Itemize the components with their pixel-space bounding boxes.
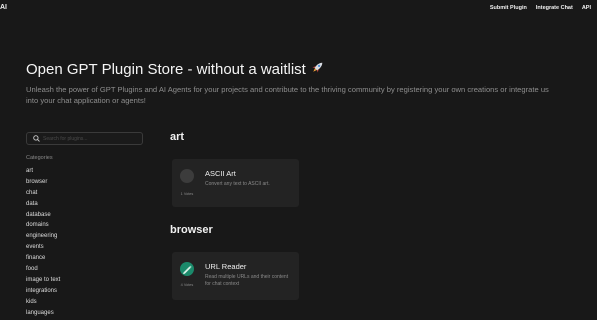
nav-submit-plugin[interactable]: Submit Plugin <box>490 5 527 11</box>
category-languages[interactable]: languages <box>26 308 60 319</box>
page-subtitle: Unleash the power of GPT Plugins and AI … <box>26 85 549 105</box>
top-bar: AI Submit Plugin Integrate Chat API <box>0 0 597 18</box>
category-finance[interactable]: finance <box>26 253 60 264</box>
page-title: Open GPT Plugin Store - without a waitli… <box>26 60 325 79</box>
vote-count: 1 Votes <box>180 192 194 196</box>
category-list: art browser chat data database domains e… <box>26 166 60 318</box>
category-integrations[interactable]: integrations <box>26 286 60 297</box>
category-art[interactable]: art <box>26 166 60 177</box>
top-nav: Submit Plugin Integrate Chat API <box>490 5 591 11</box>
search-box <box>26 132 143 145</box>
plugin-logo <box>180 169 194 183</box>
category-database[interactable]: database <box>26 210 60 221</box>
page-title-text: Open GPT Plugin Store - without a waitli… <box>26 61 306 78</box>
category-browser[interactable]: browser <box>26 177 60 188</box>
nav-integrate-chat[interactable]: Integrate Chat <box>536 5 573 11</box>
search-icon <box>33 135 40 142</box>
category-food[interactable]: food <box>26 264 60 275</box>
categories-heading: Categories <box>26 155 53 161</box>
search-input[interactable] <box>43 134 139 144</box>
plugin-name: URL Reader <box>205 262 247 271</box>
plugin-description: Convert any text to ASCII art. <box>205 181 270 187</box>
plugin-card-url-reader[interactable]: 4 Votes URL Reader Read multiple URLs an… <box>172 252 299 300</box>
rocket-icon <box>310 60 325 79</box>
category-kids[interactable]: kids <box>26 297 60 308</box>
category-engineering[interactable]: engineering <box>26 231 60 242</box>
plugin-card-ascii-art[interactable]: 1 Votes ASCII Art Convert any text to AS… <box>172 159 299 207</box>
logo[interactable]: AI <box>0 4 7 11</box>
category-data[interactable]: data <box>26 199 60 210</box>
section-title-browser: browser <box>170 224 213 236</box>
category-events[interactable]: events <box>26 242 60 253</box>
plugin-name: ASCII Art <box>205 169 236 178</box>
vote-count: 4 Votes <box>180 283 194 287</box>
plugin-description: Read multiple URLs and their content for… <box>205 274 289 287</box>
category-chat[interactable]: chat <box>26 188 60 199</box>
section-title-art: art <box>170 131 185 143</box>
pencil-logo-icon <box>180 262 194 276</box>
nav-api[interactable]: API <box>582 5 591 11</box>
category-image-to-text[interactable]: image to text <box>26 275 60 286</box>
category-domains[interactable]: domains <box>26 220 60 231</box>
